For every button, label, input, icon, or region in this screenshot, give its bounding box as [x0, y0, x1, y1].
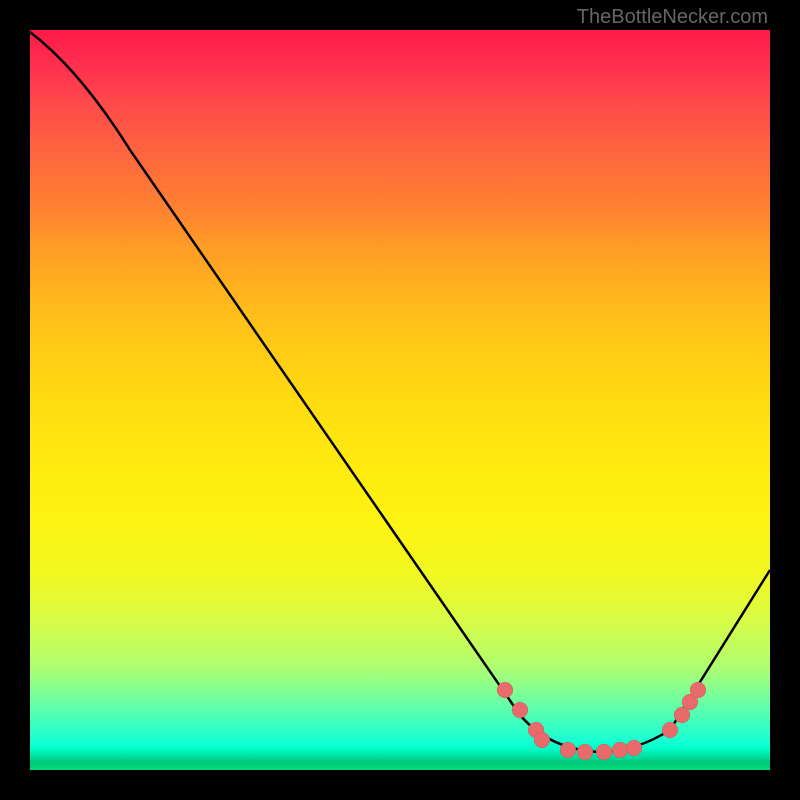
data-point [596, 744, 612, 760]
watermark-text: TheBottleNecker.com [577, 6, 768, 29]
data-point [497, 682, 513, 698]
data-point [612, 742, 628, 758]
data-point [560, 742, 576, 758]
data-point [534, 732, 550, 748]
chart-area [30, 30, 770, 770]
data-point [626, 740, 642, 756]
data-point [662, 722, 678, 738]
data-point [577, 744, 593, 760]
chart-svg [30, 30, 770, 770]
data-point [690, 682, 706, 698]
curve-path [30, 32, 770, 752]
data-point [512, 702, 528, 718]
